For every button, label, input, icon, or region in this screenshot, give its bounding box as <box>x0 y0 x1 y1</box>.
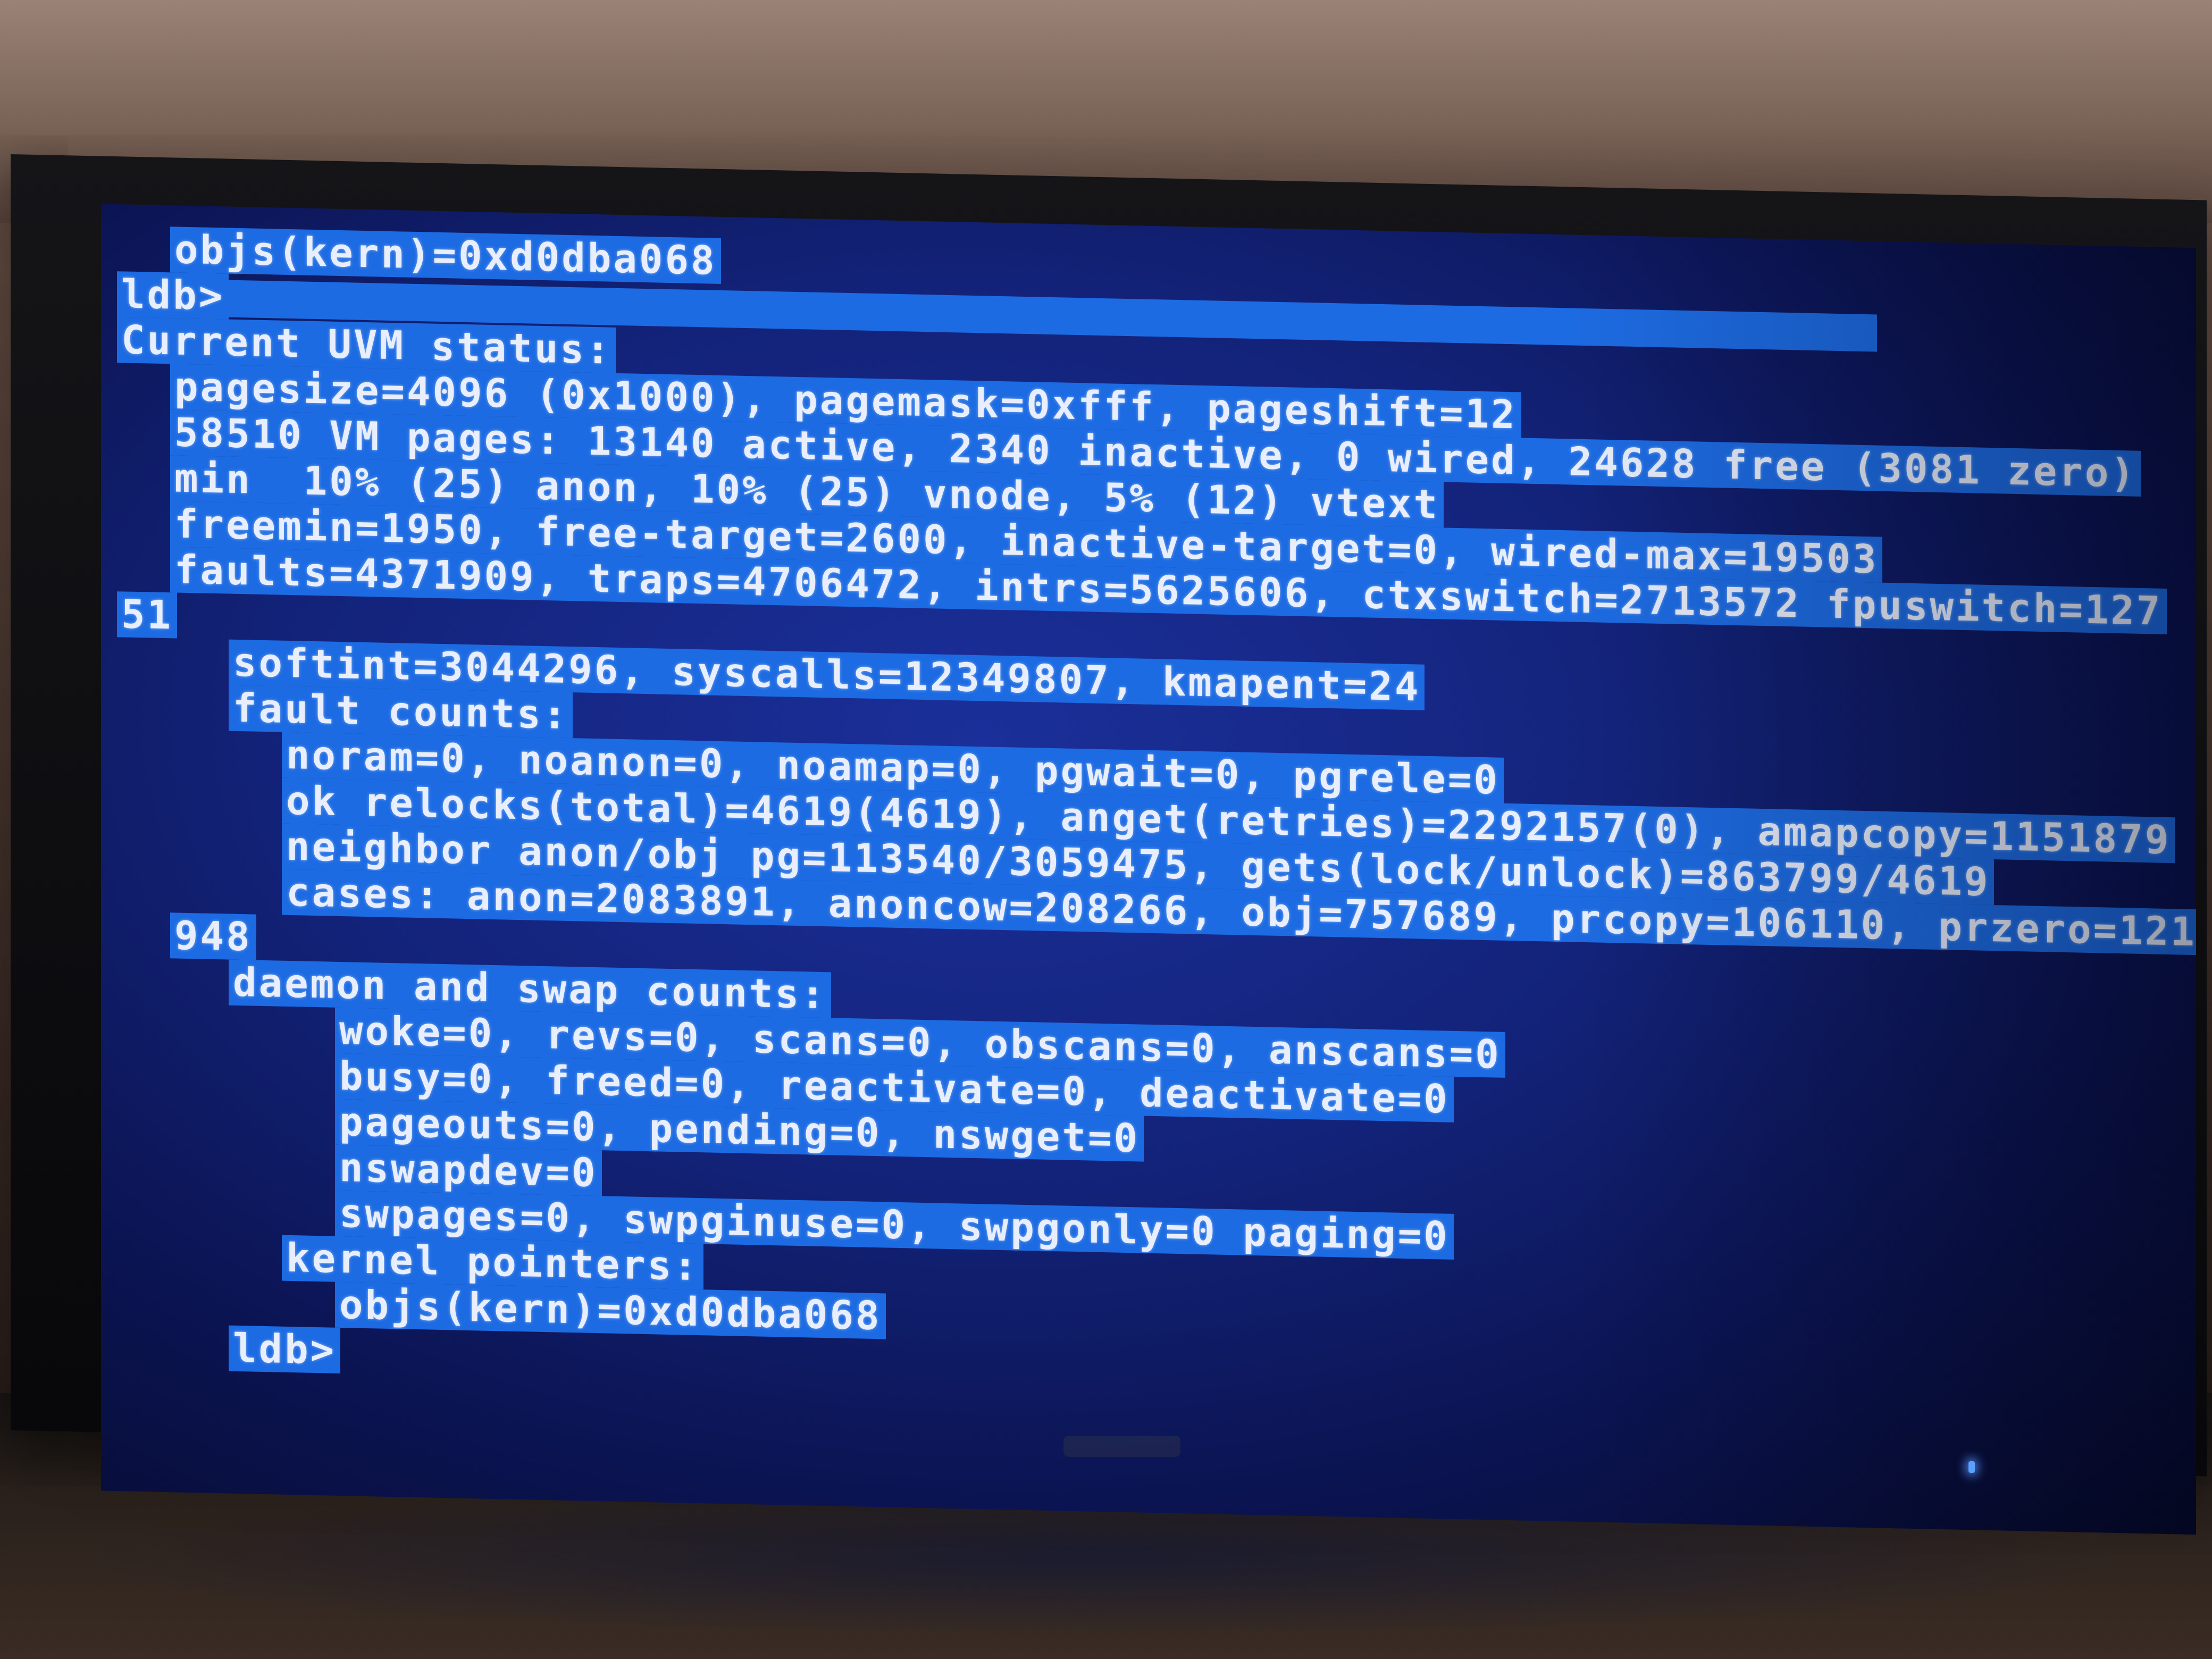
ddb-prompt: ldb> <box>117 271 229 320</box>
console-line-text: 948 <box>170 912 256 960</box>
console-screen: objs(kern)=0xd0dba068 ldb> Current UVM s… <box>101 204 2196 1535</box>
console-line-text: kernel pointers: <box>282 1235 703 1290</box>
ddb-prompt: ldb> <box>229 1325 341 1373</box>
console-line-text: nswapdev=0 <box>335 1144 602 1196</box>
console-line-text: 51 <box>117 591 178 639</box>
console-line-text: fault counts: <box>229 685 573 739</box>
power-led-icon <box>1968 1461 1975 1473</box>
monitor-logo <box>1063 1436 1180 1457</box>
monitor-bezel: objs(kern)=0xd0dba068 ldb> Current UVM s… <box>11 154 2207 1535</box>
debugger-console-output: objs(kern)=0xd0dba068 ldb> Current UVM s… <box>117 225 2196 1412</box>
